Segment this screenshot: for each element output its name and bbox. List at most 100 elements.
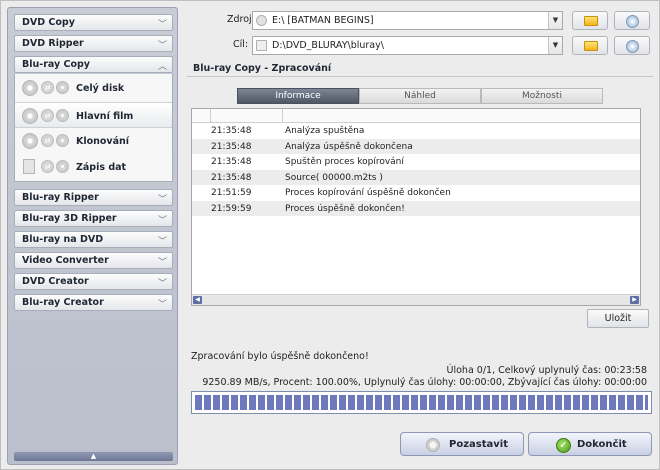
source-browse-folder-button[interactable] xyxy=(572,11,608,30)
chevron-down-icon: ﹀ xyxy=(157,41,167,51)
menu-label: DVD Creator xyxy=(22,276,89,287)
progress-bar xyxy=(191,391,652,414)
chevron-down-icon: ﹀ xyxy=(157,279,167,289)
finish-label: Dokončit xyxy=(577,439,627,450)
menu-blu-ray-3d-ripper[interactable]: Blu-ray 3D Ripper ﹀ xyxy=(14,210,173,227)
log-time: 21:35:48 xyxy=(211,157,252,167)
log-time: 21:35:48 xyxy=(211,172,252,183)
table-row: 21:35:48 Source( 00000.m2ts ) xyxy=(192,169,640,185)
save-log-button[interactable]: Uložit xyxy=(587,309,649,328)
log-time: 21:35:48 xyxy=(211,126,252,136)
chevron-down-icon: ﹀ xyxy=(157,300,167,310)
sidebar: DVD Copy ﹀ DVD Ripper ﹀ Blu-ray Copy ︿ ⇄… xyxy=(7,7,178,465)
tab-nahled[interactable]: Náhled xyxy=(359,88,481,104)
sub-item-label: Zápis dat xyxy=(76,162,127,173)
sub-item-zapis-dat[interactable]: ⇄ Zápis dat xyxy=(15,154,172,180)
target-browse-folder-button[interactable] xyxy=(572,36,608,55)
scroll-left-icon[interactable]: ◀ xyxy=(193,296,202,304)
target-value: D:\DVD_BLURAY\bluray\ xyxy=(272,40,384,51)
sub-item-cely-disk[interactable]: ⇄ Celý disk xyxy=(15,75,172,101)
source-value: E:\ [BATMAN BEGINS] xyxy=(272,15,374,26)
dropdown-arrow-icon[interactable]: ▼ xyxy=(548,37,562,54)
target-label: Cíl: xyxy=(233,39,249,50)
arrows-icon: ⇄ xyxy=(41,134,54,147)
menu-label: Blu-ray na DVD xyxy=(22,234,104,245)
app-window: DVD Copy ﹀ DVD Ripper ﹀ Blu-ray Copy ︿ ⇄… xyxy=(0,0,660,470)
log-message: Source( 00000.m2ts ) xyxy=(285,172,383,183)
target-field[interactable]: D:\DVD_BLURAY\bluray\ ▼ xyxy=(252,36,563,55)
chevron-down-icon: ﹀ xyxy=(157,258,167,268)
file-icon xyxy=(23,159,35,174)
disc-icon xyxy=(56,160,69,173)
folder-icon xyxy=(584,41,598,51)
menu-dvd-creator[interactable]: DVD Creator ﹀ xyxy=(14,273,173,290)
triangle-up-icon: ▲ xyxy=(90,452,97,460)
disc-icon xyxy=(56,81,69,94)
column-divider xyxy=(210,109,211,122)
dropdown-arrow-icon[interactable]: ▼ xyxy=(548,12,562,29)
menu-dvd-copy[interactable]: DVD Copy ﹀ xyxy=(14,14,173,31)
sub-item-klonovani[interactable]: ⇄ Klonování xyxy=(15,128,172,154)
log-header xyxy=(192,109,640,123)
folder-small-icon xyxy=(256,40,267,51)
log-time: 21:51:59 xyxy=(211,188,252,198)
disc-icon xyxy=(56,134,69,147)
checkmark-icon: ✓ xyxy=(556,438,571,453)
menu-video-converter[interactable]: Video Converter ﹀ xyxy=(14,252,173,269)
finish-button[interactable]: ✓ Dokončit xyxy=(528,432,652,456)
folder-icon xyxy=(584,16,598,26)
log-message: Analýza úspěšně dokončena xyxy=(285,141,413,152)
log-message: Proces kopírování úspěšně dokončen xyxy=(285,188,451,198)
table-row: 21:59:59 Proces úspěšně dokončen! xyxy=(192,200,640,216)
menu-dvd-ripper[interactable]: DVD Ripper ﹀ xyxy=(14,35,173,52)
sidebar-collapse-button[interactable]: ▲ xyxy=(14,452,173,461)
disc-icon xyxy=(256,15,267,26)
log-time: 21:35:48 xyxy=(211,141,252,152)
menu-label: DVD Copy xyxy=(22,17,75,28)
menu-blu-ray-na-dvd[interactable]: Blu-ray na DVD ﹀ xyxy=(14,231,173,248)
table-row: 21:35:48 Analýza úspěšně dokončena xyxy=(192,138,640,154)
table-row: 21:51:59 Proces kopírování úspěšně dokon… xyxy=(192,185,640,201)
disc-icon xyxy=(626,15,639,28)
sub-item-label: Celý disk xyxy=(76,83,125,94)
progress-fill xyxy=(195,395,648,410)
tab-moznosti[interactable]: Možnosti xyxy=(481,88,603,104)
chevron-down-icon: ﹀ xyxy=(157,195,167,205)
scroll-right-icon[interactable]: ▶ xyxy=(630,296,639,304)
tab-informace[interactable]: Informace xyxy=(237,88,359,104)
pause-label: Pozastavit xyxy=(449,439,508,450)
table-row: 21:35:48 Analýza spuštěna xyxy=(192,123,640,139)
menu-label: Blu-ray Creator xyxy=(22,297,104,308)
source-disc-button[interactable] xyxy=(614,11,650,30)
menu-blu-ray-creator[interactable]: Blu-ray Creator ﹀ xyxy=(14,294,173,311)
target-disc-button[interactable] xyxy=(614,36,650,55)
chevron-up-icon: ︿ xyxy=(157,62,167,72)
status-message: Zpracování bylo úspěšně dokončeno! xyxy=(191,351,369,362)
sub-item-hlavni-film[interactable]: ⇄ Hlavní film xyxy=(15,102,172,128)
disc-icon xyxy=(22,133,38,149)
log-message: Analýza spuštěna xyxy=(285,126,365,136)
arrows-icon: ⇄ xyxy=(41,81,54,94)
sub-item-label: Hlavní film xyxy=(76,111,134,122)
source-field[interactable]: E:\ [BATMAN BEGINS] ▼ xyxy=(252,11,563,30)
disc-icon xyxy=(22,80,38,96)
chevron-down-icon: ﹀ xyxy=(157,237,167,247)
chevron-down-icon: ﹀ xyxy=(157,20,167,30)
arrows-icon: ⇄ xyxy=(41,109,54,122)
menu-label: DVD Ripper xyxy=(22,38,84,49)
column-divider xyxy=(282,109,283,122)
log-rows: 21:35:48 Analýza spuštěna 21:35:48 Analý… xyxy=(192,123,640,216)
disc-icon xyxy=(626,40,639,53)
log-table: 21:35:48 Analýza spuštěna 21:35:48 Analý… xyxy=(191,108,641,306)
blu-ray-copy-submenu: ⇄ Celý disk ⇄ Hlavní film ⇄ Klonování ⇄ xyxy=(14,74,173,182)
chevron-down-icon: ﹀ xyxy=(157,216,167,226)
menu-label: Blu-ray Copy xyxy=(22,59,90,70)
sub-item-label: Klonování xyxy=(76,136,130,147)
horizontal-scrollbar[interactable]: ◀ ▶ xyxy=(192,294,640,305)
arrows-icon: ⇄ xyxy=(41,160,54,173)
pause-button[interactable]: Pozastavit xyxy=(400,432,524,456)
menu-blu-ray-ripper[interactable]: Blu-ray Ripper ﹀ xyxy=(14,189,173,206)
menu-label: Blu-ray Ripper xyxy=(22,192,99,203)
disc-icon xyxy=(22,108,38,124)
menu-blu-ray-copy[interactable]: Blu-ray Copy ︿ xyxy=(14,56,173,73)
